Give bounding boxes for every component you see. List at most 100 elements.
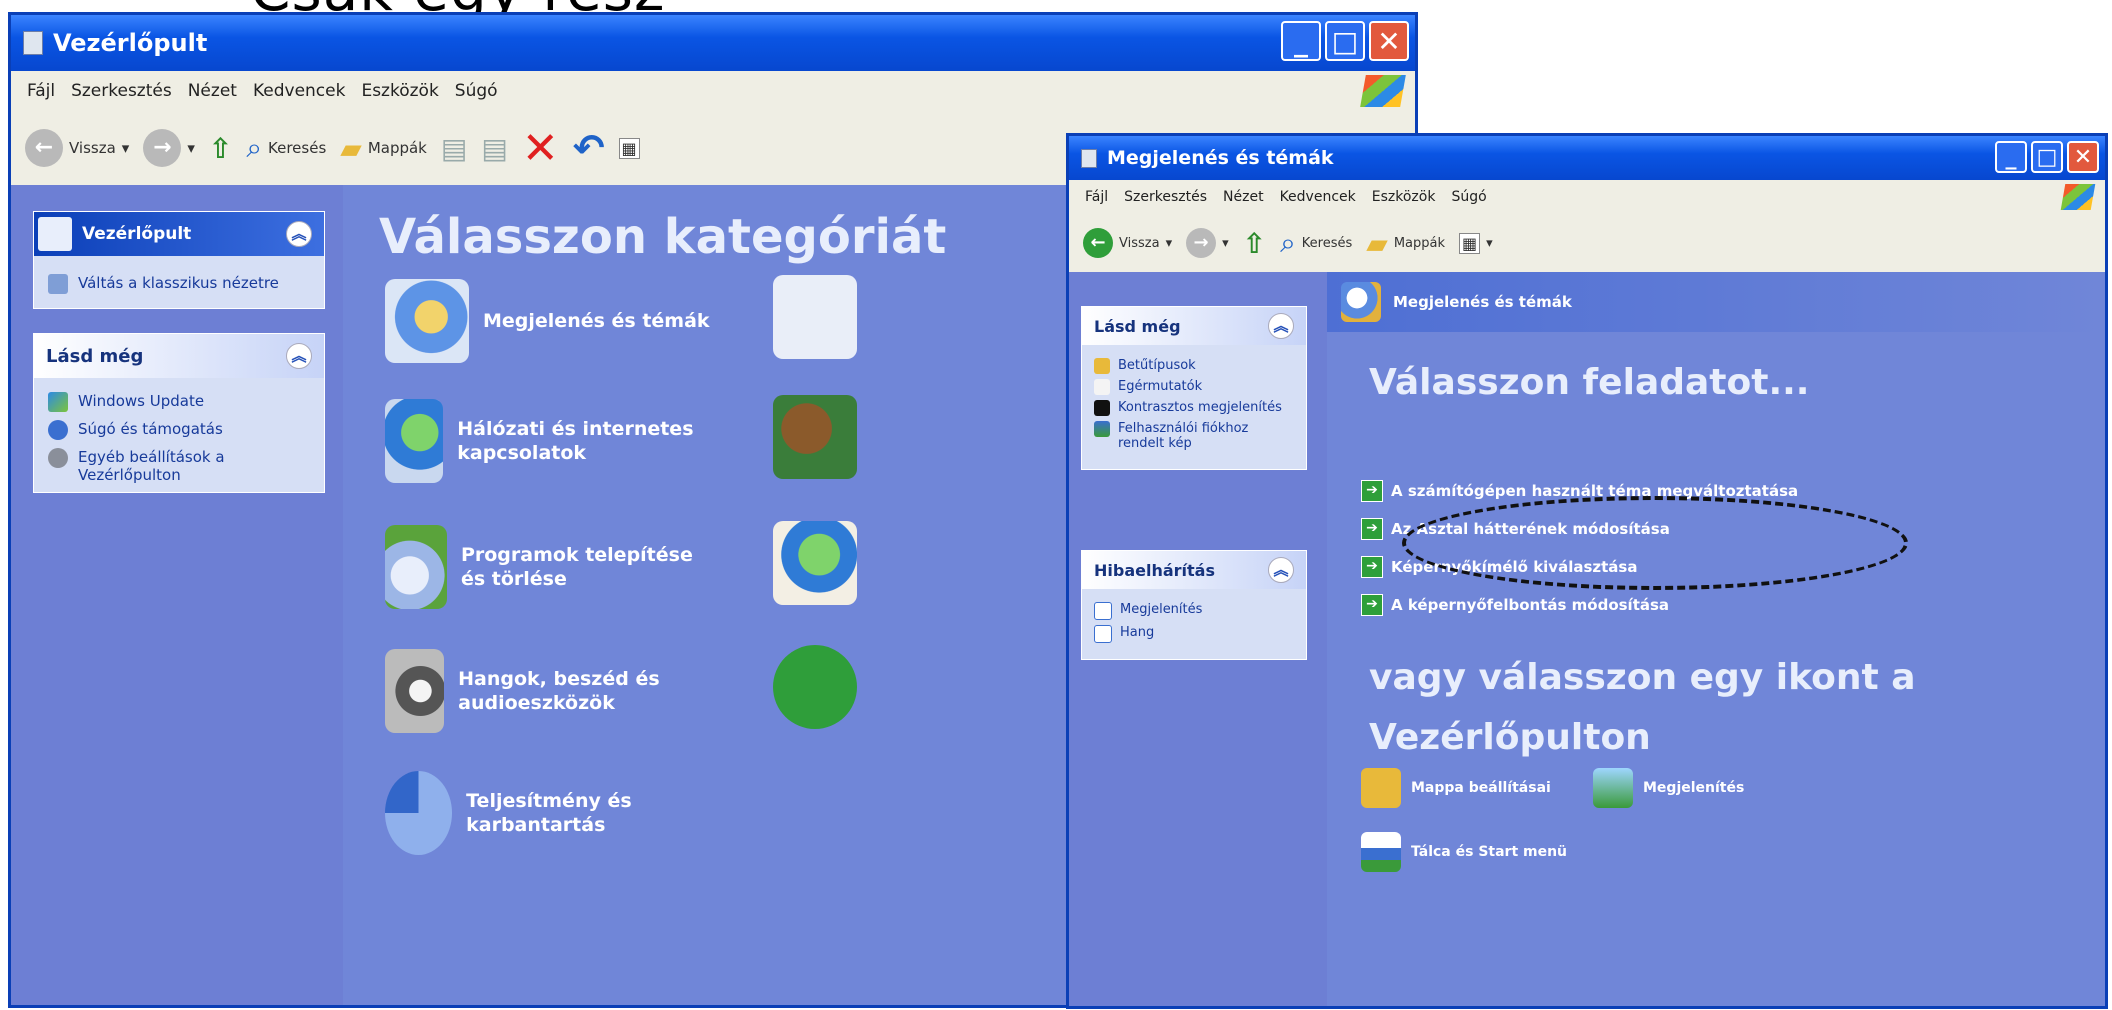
forward-arrow-icon: → — [1186, 228, 1217, 258]
dropdown-arrow-icon: ▾ — [121, 139, 130, 157]
category-network[interactable]: Hálózati és internetes kapcsolatok — [385, 399, 715, 483]
green-arrow-icon: ➔ — [1361, 480, 1383, 502]
windows-logo-icon — [1360, 75, 1406, 107]
maximize-button[interactable]: □ — [1325, 21, 1365, 61]
up-folder-icon: ⇧ — [208, 131, 233, 165]
forward-button[interactable]: → ▾ — [1186, 228, 1229, 258]
views-button[interactable]: ▦ ▾ — [1459, 232, 1493, 254]
menu-favorites[interactable]: Kedvencek — [1280, 189, 1356, 205]
green-arrow-icon: ➔ — [1361, 518, 1383, 540]
menu-view[interactable]: Nézet — [1223, 189, 1264, 205]
search-button[interactable]: ⌕ Keresés — [1280, 226, 1352, 260]
menubar: Fájl Szerkesztés Nézet Kedvencek Eszközö… — [1069, 180, 2105, 215]
control-panel-icon — [38, 217, 72, 251]
collapse-chevron-icon[interactable]: ︽ — [1268, 557, 1294, 583]
menu-favorites[interactable]: Kedvencek — [253, 81, 346, 101]
menu-edit[interactable]: Szerkesztés — [1124, 189, 1207, 205]
search-button[interactable]: ⌕ Keresés — [246, 131, 326, 165]
views-button[interactable]: ▦ — [618, 137, 640, 159]
troubleshoot-sound[interactable]: Hang — [1094, 625, 1294, 643]
up-folder-icon: ⇧ — [1242, 226, 1267, 260]
dropdown-arrow-icon: ▾ — [1486, 235, 1493, 251]
up-button[interactable]: ⇧ — [209, 132, 232, 165]
user-accounts-icon[interactable] — [773, 395, 857, 479]
display-link[interactable]: Megjelenítés — [1593, 768, 1744, 808]
menu-help[interactable]: Súgó — [1451, 189, 1486, 205]
collapse-chevron-icon[interactable]: ︽ — [1268, 313, 1294, 339]
category-performance[interactable]: Teljesítmény és karbantartás — [385, 771, 715, 855]
minimize-button[interactable]: _ — [1281, 21, 1321, 61]
maximize-button[interactable]: □ — [2031, 141, 2063, 173]
see-also-header[interactable]: Lásd még ︽ — [1082, 307, 1306, 345]
troubleshooting-header[interactable]: Hibaelhárítás ︽ — [1082, 551, 1306, 589]
forward-button[interactable]: → ▾ — [143, 129, 195, 167]
see-also-windows-update[interactable]: Windows Update — [48, 392, 310, 412]
collapse-chevron-icon[interactable]: ︽ — [286, 343, 312, 369]
task-change-resolution[interactable]: ➔ A képernyőfelbontás módosítása — [1361, 594, 1669, 616]
back-button[interactable]: ← Vissza ▾ — [1083, 228, 1172, 258]
windows-logo-icon — [2060, 184, 2096, 210]
folders-icon: ▰ — [1366, 226, 1388, 260]
menu-tools[interactable]: Eszközök — [1372, 189, 1436, 205]
menubar: Fájl Szerkesztés Nézet Kedvencek Eszközö… — [11, 71, 1415, 112]
category-appearance[interactable]: Megjelenés és témák — [385, 279, 715, 363]
undo-button[interactable]: ↶ — [573, 126, 605, 170]
menu-view[interactable]: Nézet — [188, 81, 237, 101]
printer-icon[interactable] — [773, 275, 857, 359]
menu-edit[interactable]: Szerkesztés — [71, 81, 172, 101]
titlebar: Megjelenés és témák _ □ ✕ — [1069, 136, 2105, 180]
see-also-fonts[interactable]: Betűtípusok — [1094, 358, 1294, 374]
menu-file[interactable]: Fájl — [1085, 189, 1108, 205]
copy-to-icon: ▤ — [481, 131, 508, 165]
category-sounds[interactable]: Hangok, beszéd és audioeszközök — [385, 649, 715, 733]
see-also-other-options[interactable]: Egyéb beállítások a Vezérlőpulton — [48, 448, 310, 484]
troubleshoot-display[interactable]: Megjelenítés — [1094, 602, 1294, 620]
see-also-help-support[interactable]: Súgó és támogatás — [48, 420, 310, 440]
appearance-icon — [385, 279, 469, 363]
control-panel-title-icon — [23, 31, 43, 55]
menu-tools[interactable]: Eszközök — [361, 81, 438, 101]
category-add-remove-programs[interactable]: Programok telepítése és törlése — [385, 525, 715, 609]
minimize-button[interactable]: _ — [1995, 141, 2027, 173]
folders-button[interactable]: ▰ Mappák — [1366, 227, 1445, 260]
see-also-high-contrast[interactable]: Kontrasztos megjelenítés — [1094, 400, 1294, 416]
menu-file[interactable]: Fájl — [27, 81, 55, 101]
copy-to-button[interactable]: ▤ — [481, 132, 507, 165]
close-button[interactable]: ✕ — [2067, 141, 2099, 173]
titlebar: Vezérlőpult _ □ ✕ — [11, 15, 1415, 71]
views-grid-icon: ▦ — [1459, 232, 1481, 254]
pick-icon-heading: vagy válasszon egy ikont a Vezérlőpulton — [1369, 657, 1916, 758]
views-grid-icon: ▦ — [618, 137, 640, 159]
troubleshooting-box: Hibaelhárítás ︽ Megjelenítés Hang — [1081, 550, 1307, 660]
add-remove-programs-icon — [385, 525, 447, 609]
up-button[interactable]: ⇧ — [1243, 227, 1266, 260]
control-panel-box-header[interactable]: Vezérlőpult ︽ — [34, 212, 324, 256]
delete-x-icon: ✕ — [521, 122, 559, 174]
taskbar-start-menu-link[interactable]: Tálca és Start menü — [1361, 832, 1567, 872]
accessibility-icon[interactable] — [773, 645, 857, 729]
menu-help[interactable]: Súgó — [455, 81, 498, 101]
folders-icon: ▰ — [340, 131, 362, 165]
move-to-button[interactable]: ▤ — [441, 132, 467, 165]
folders-button[interactable]: ▰ Mappák — [340, 132, 427, 165]
undo-icon: ↶ — [572, 126, 605, 170]
folder-options-icon — [1361, 768, 1401, 808]
see-also-box: Lásd még ︽ Betűtípusok Egérmutatók Kontr… — [1081, 306, 1307, 470]
close-button[interactable]: ✕ — [1369, 21, 1409, 61]
see-also-mouse-pointers[interactable]: Egérmutatók — [1094, 379, 1294, 395]
folder-options-link[interactable]: Mappa beállításai — [1361, 768, 1551, 808]
back-arrow-icon: ← — [25, 129, 63, 167]
delete-button[interactable]: ✕ — [522, 123, 559, 174]
task-view: Megjelenés és témák Válasszon feladatot.… — [1327, 272, 2105, 1006]
appearance-title-icon — [1081, 148, 1097, 168]
collapse-chevron-icon[interactable]: ︽ — [286, 221, 312, 247]
section-header: Megjelenés és témák — [1327, 272, 2105, 332]
appearance-icon — [1341, 282, 1381, 322]
switch-classic-view-link[interactable]: Váltás a klasszikus nézetre — [48, 274, 310, 294]
see-also-header[interactable]: Lásd még ︽ — [34, 334, 324, 378]
back-button[interactable]: ← Vissza ▾ — [25, 129, 129, 167]
search-icon: ⌕ — [246, 131, 263, 164]
date-time-globe-icon[interactable] — [773, 521, 857, 605]
back-arrow-icon: ← — [1083, 228, 1113, 258]
see-also-user-picture[interactable]: Felhasználói fiókhoz rendelt kép — [1094, 421, 1294, 451]
